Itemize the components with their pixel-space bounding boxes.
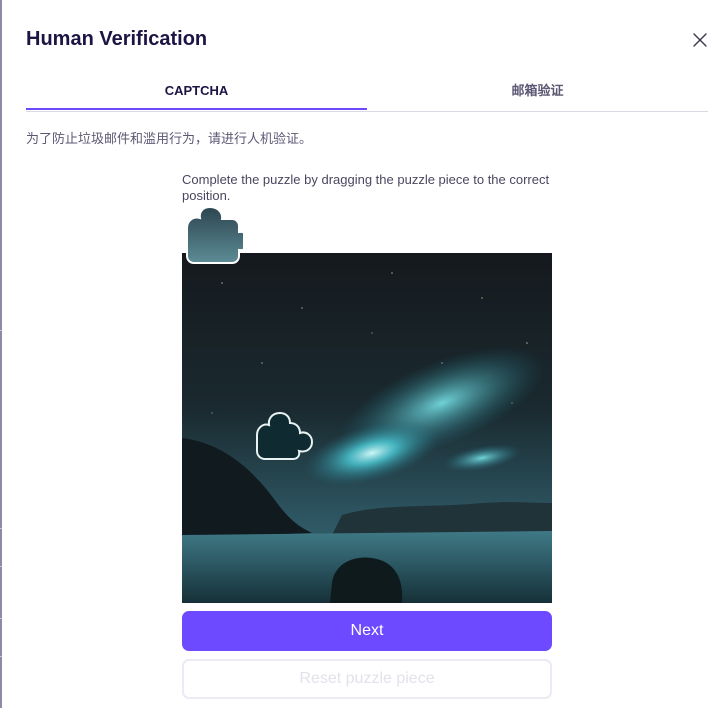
draggable-puzzle-piece[interactable]	[183, 205, 251, 265]
verification-tabs: CAPTCHA 邮箱验证	[26, 78, 708, 112]
tab-email-verification[interactable]: 邮箱验证	[367, 78, 708, 108]
background-page-mark	[0, 618, 2, 619]
close-button[interactable]	[691, 31, 709, 49]
tab-captcha[interactable]: CAPTCHA	[26, 78, 367, 110]
reset-puzzle-piece-button[interactable]: Reset puzzle piece	[182, 659, 552, 699]
dialog-title: Human Verification	[26, 28, 208, 50]
background-page-mark	[0, 330, 2, 331]
background-page-mark	[0, 528, 2, 529]
verification-description: 为了防止垃圾邮件和滥用行为，请进行人机验证。	[26, 131, 313, 146]
human-verification-dialog: Human Verification CAPTCHA 邮箱验证 为了防止垃圾邮件…	[3, 0, 726, 708]
captcha-instruction: Complete the puzzle by dragging the puzz…	[182, 172, 550, 203]
background-page-edge	[0, 0, 2, 708]
background-page-mark	[0, 566, 2, 567]
background-page-mark	[0, 656, 2, 657]
next-button[interactable]: Next	[182, 611, 552, 651]
captcha-puzzle-image	[182, 253, 552, 603]
close-icon	[693, 33, 707, 47]
